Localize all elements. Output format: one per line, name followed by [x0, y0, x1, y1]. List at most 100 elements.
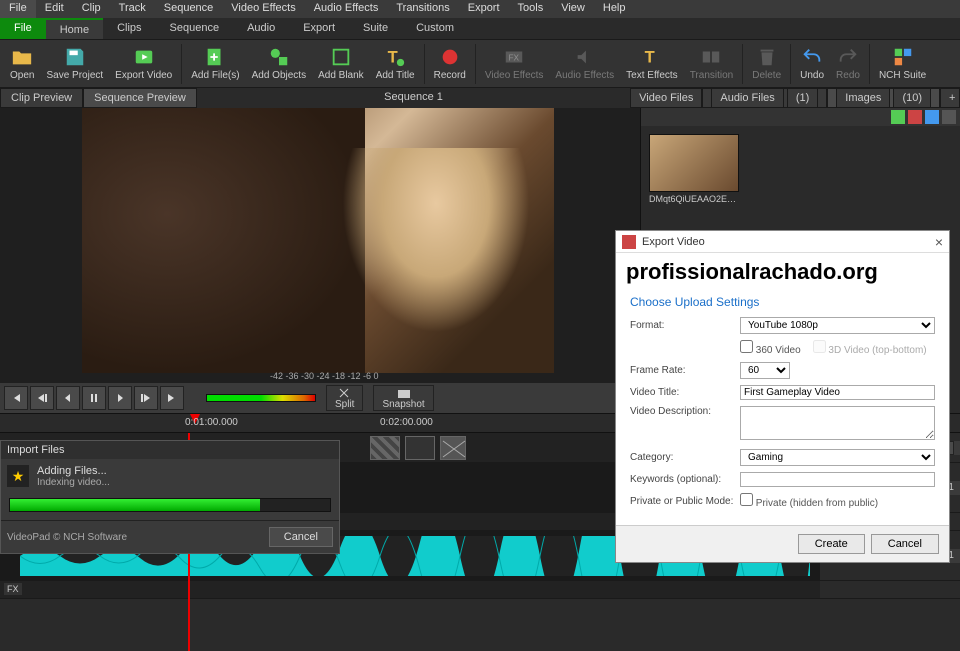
delete-button[interactable]: Delete: [746, 44, 787, 83]
shapes-icon: [268, 46, 290, 68]
blank-icon: [330, 46, 352, 68]
progress-bar: [9, 498, 331, 512]
description-input[interactable]: [740, 406, 935, 440]
menu-file[interactable]: File: [0, 0, 36, 18]
open-button[interactable]: Open: [4, 44, 40, 83]
remove-media-icon[interactable]: [908, 110, 922, 124]
ribbon-tab-home[interactable]: Home: [46, 18, 103, 39]
snapshot-button[interactable]: Snapshot: [373, 385, 433, 411]
menu-edit[interactable]: Edit: [36, 0, 73, 18]
trash-icon: [756, 46, 778, 68]
title-icon: T: [384, 46, 406, 68]
transition-button[interactable]: Transition: [684, 44, 740, 83]
add-blank-button[interactable]: Add Blank: [312, 44, 370, 83]
save-project-button[interactable]: Save Project: [40, 44, 109, 83]
split-button[interactable]: Split: [326, 385, 363, 411]
description-label: Video Description:: [630, 406, 740, 417]
nch-suite-button[interactable]: NCH Suite: [873, 44, 932, 83]
fx2-gutter[interactable]: FX: [0, 581, 820, 598]
close-icon[interactable]: ×: [935, 234, 943, 250]
export-form: Format: YouTube 1080p 360 Video 3D Video…: [616, 313, 949, 525]
video-files-tab[interactable]: Video Files: [630, 88, 702, 108]
360-video-checkbox[interactable]: 360 Video: [740, 340, 801, 356]
export-video-button[interactable]: Export Video: [109, 44, 178, 83]
add-media-icon[interactable]: [891, 110, 905, 124]
preview-tabbar: Clip Preview Sequence Preview Sequence 1…: [0, 88, 960, 108]
audio-effects-button[interactable]: Audio Effects: [549, 44, 620, 83]
ribbon: Open Save Project Export Video Add File(…: [0, 40, 960, 88]
transition-icon: [700, 46, 722, 68]
fx-icon: FX: [503, 46, 525, 68]
next-frame-button[interactable]: [134, 386, 158, 410]
clip-crossfade[interactable]: [440, 436, 466, 460]
goto-start-button[interactable]: [4, 386, 28, 410]
clip-transition[interactable]: [370, 436, 400, 460]
video-effects-button[interactable]: FXVideo Effects: [479, 44, 550, 83]
svg-text:T: T: [645, 49, 655, 67]
media-thumb[interactable]: DMqt6QiUEAAO2ET.jpg: [649, 134, 739, 204]
clip-preview-tab[interactable]: Clip Preview: [0, 88, 83, 108]
step-back-button[interactable]: [56, 386, 80, 410]
menu-track[interactable]: Track: [110, 0, 155, 18]
audio-files-tab[interactable]: Audio Files (1): [702, 88, 827, 108]
category-label: Category:: [630, 452, 740, 463]
export-app-icon: [622, 235, 636, 249]
3d-video-checkbox[interactable]: 3D Video (top-bottom): [813, 340, 927, 356]
images-tab[interactable]: Images (10): [827, 88, 940, 108]
add-objects-button[interactable]: Add Objects: [246, 44, 312, 83]
private-checkbox[interactable]: Private (hidden from public): [740, 493, 878, 509]
transport-bar: Split Snapshot: [0, 383, 640, 413]
create-button[interactable]: Create: [798, 534, 865, 554]
export-video-dialog: Export Video × profissionalrachado.org C…: [615, 230, 950, 563]
video-title-input[interactable]: [740, 385, 935, 400]
step-fwd-button[interactable]: [108, 386, 132, 410]
undo-button[interactable]: Undo: [794, 44, 830, 83]
menu-export[interactable]: Export: [459, 0, 509, 18]
menu-audio-effects[interactable]: Audio Effects: [305, 0, 388, 18]
grid-view-icon[interactable]: [942, 110, 956, 124]
indexing-text: Indexing video...: [37, 477, 110, 488]
menu-video-effects[interactable]: Video Effects: [222, 0, 304, 18]
menu-help[interactable]: Help: [594, 0, 635, 18]
add-media-tab[interactable]: +: [940, 88, 960, 108]
add-files-button[interactable]: Add File(s): [185, 44, 245, 83]
pause-button[interactable]: [82, 386, 106, 410]
goto-end-button[interactable]: [160, 386, 184, 410]
import-cancel-button[interactable]: Cancel: [269, 527, 333, 547]
record-button[interactable]: Record: [428, 44, 472, 83]
menu-tools[interactable]: Tools: [509, 0, 553, 18]
ribbon-tab-export[interactable]: Export: [289, 18, 349, 39]
text-effects-button[interactable]: TText Effects: [620, 44, 684, 83]
prev-frame-button[interactable]: [30, 386, 54, 410]
suite-icon: [892, 46, 914, 68]
format-label: Format:: [630, 320, 740, 331]
export-titlebar[interactable]: Export Video ×: [616, 231, 949, 253]
sequence-preview-tab[interactable]: Sequence Preview: [83, 88, 197, 108]
preview-image: [82, 108, 554, 373]
video-title-label: Video Title:: [630, 387, 740, 398]
list-view-icon[interactable]: [925, 110, 939, 124]
redo-button[interactable]: Redo: [830, 44, 866, 83]
category-select[interactable]: Gaming: [740, 449, 935, 466]
export-cancel-button[interactable]: Cancel: [871, 534, 939, 554]
ribbon-tab-suite[interactable]: Suite: [349, 18, 402, 39]
export-title: Export Video: [642, 236, 705, 248]
clip-blank[interactable]: [405, 436, 435, 460]
add-title-button[interactable]: TAdd Title: [370, 44, 421, 83]
section-header: Choose Upload Settings: [616, 291, 949, 313]
menu-sequence[interactable]: Sequence: [155, 0, 223, 18]
ribbon-tab-custom[interactable]: Custom: [402, 18, 468, 39]
menu-transitions[interactable]: Transitions: [387, 0, 458, 18]
fps-select[interactable]: 60: [740, 362, 790, 379]
keywords-input[interactable]: [740, 472, 935, 487]
ribbon-tab-sequence[interactable]: Sequence: [156, 18, 234, 39]
menu-clip[interactable]: Clip: [73, 0, 110, 18]
ribbon-tab-audio[interactable]: Audio: [233, 18, 289, 39]
menu-view[interactable]: View: [552, 0, 594, 18]
privacy-label: Private or Public Mode:: [630, 496, 740, 507]
format-select[interactable]: YouTube 1080p: [740, 317, 935, 334]
ribbon-tab-file[interactable]: File: [0, 18, 46, 39]
timeline-row-fx2: FX: [0, 581, 960, 599]
ribbon-tab-clips[interactable]: Clips: [103, 18, 155, 39]
star-icon: ★: [7, 465, 29, 487]
